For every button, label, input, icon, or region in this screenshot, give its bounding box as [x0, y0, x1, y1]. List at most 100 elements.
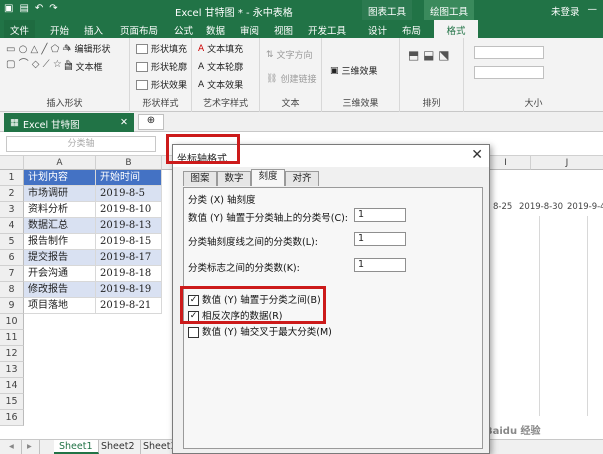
row-header[interactable]: 5 — [0, 234, 24, 250]
shape-fill-button[interactable]: 形状填充 — [136, 42, 187, 55]
login-status[interactable]: 未登录 — [551, 4, 580, 18]
table-cell[interactable]: 修改报告 — [24, 282, 96, 298]
sheet-tab[interactable]: Sheet1 — [54, 440, 99, 454]
tick-mark-interval-input[interactable]: 1 — [354, 232, 406, 246]
close-tab-icon[interactable]: ✕ — [120, 117, 128, 128]
sheet-nav-left-icon[interactable]: ◂ — [4, 440, 22, 454]
group-label: 形状样式 — [142, 99, 179, 109]
tab-view[interactable]: 视图 — [268, 20, 299, 38]
row-header[interactable]: 16 — [0, 410, 24, 426]
sheet-nav-right-icon[interactable]: ▸ — [22, 440, 40, 454]
table-cell[interactable]: 数据汇总 — [24, 218, 96, 234]
crosses-at-max-checkbox[interactable]: 数值 (Y) 轴交叉于最大分类(M) — [188, 324, 332, 338]
field-label: 分类标志之间的分类数(K): — [188, 263, 300, 274]
table-cell[interactable]: 市场调研 — [24, 186, 96, 202]
table-cell[interactable]: 2019-8-5 — [96, 186, 162, 202]
table-header-cell[interactable]: 开始时间 — [96, 170, 162, 186]
table-cell[interactable]: 2019-8-15 — [96, 234, 162, 250]
table-cell[interactable]: 开会沟通 — [24, 266, 96, 282]
text-fill-icon: A — [198, 43, 205, 54]
group-shape-styles: 形状填充 形状轮廓 形状效果 形状样式 — [130, 38, 192, 112]
table-header-cell[interactable]: 计划内容 — [24, 170, 96, 186]
row-header[interactable]: 12 — [0, 346, 24, 362]
gantt-chart[interactable]: I J 8-25 2019-8-30 2019-9-4 Baidu 经验 — [480, 156, 603, 439]
sheet-tab[interactable]: Sheet2 — [96, 440, 141, 454]
table-cell[interactable]: 2019-8-21 — [96, 298, 162, 314]
row-header[interactable]: 4 — [0, 218, 24, 234]
table-cell[interactable]: 2019-8-18 — [96, 266, 162, 282]
tab-number[interactable]: 数字 — [217, 171, 251, 186]
new-tab-button[interactable]: ⊕ — [138, 114, 164, 130]
table-cell[interactable]: 资料分析 — [24, 202, 96, 218]
text-box-button[interactable]: ▤ 文本框 — [64, 60, 103, 74]
arrange-icons[interactable]: ⬒ ⬓ ⬔ — [408, 48, 450, 62]
table-cell[interactable]: 项目落地 — [24, 298, 96, 314]
tab-layout[interactable]: 布局 — [396, 20, 427, 38]
redo-icon[interactable]: ↷ — [49, 3, 57, 14]
axis-date-label: 8-25 — [493, 202, 513, 212]
text-fill-button[interactable]: A 文本填充 — [198, 42, 243, 56]
row-header[interactable]: 8 — [0, 282, 24, 298]
minimize-icon[interactable]: — — [588, 4, 598, 18]
tab-page-layout[interactable]: 页面布局 — [114, 20, 164, 38]
text-outline-button[interactable]: A 文本轮廓 — [198, 60, 243, 74]
tab-formulas[interactable]: 公式 — [168, 20, 199, 38]
edit-shape-icon: ✎ — [64, 43, 72, 54]
row-header[interactable]: 13 — [0, 362, 24, 378]
column-header[interactable]: B — [96, 156, 162, 170]
shape-outline-button[interactable]: 形状轮廓 — [136, 60, 187, 73]
document-tab[interactable]: ▦ Excel 甘特图 ✕ — [4, 113, 134, 132]
text-effect-button[interactable]: A 文本效果 — [198, 78, 243, 92]
table-cell[interactable]: 2019-8-10 — [96, 202, 162, 218]
tab-data[interactable]: 数据 — [200, 20, 231, 38]
link-icon: ⛓ — [266, 73, 278, 84]
label-interval-input[interactable]: 1 — [354, 258, 406, 272]
table-cell[interactable]: 2019-8-19 — [96, 282, 162, 298]
text-effect-icon: A — [198, 79, 205, 90]
row-header[interactable]: 6 — [0, 250, 24, 266]
row-header[interactable]: 2 — [0, 186, 24, 202]
highlight-box-title — [166, 134, 240, 164]
tab-developer[interactable]: 开发工具 — [302, 20, 352, 38]
text-direction-button[interactable]: ⇅ 文字方向 — [266, 48, 313, 62]
height-input[interactable] — [474, 46, 544, 59]
tab-file[interactable]: 文件 — [4, 20, 36, 38]
row-header[interactable]: 11 — [0, 330, 24, 346]
tab-pattern[interactable]: 图案 — [183, 171, 217, 186]
tab-design[interactable]: 设计 — [362, 20, 393, 38]
tab-format[interactable]: 格式 — [434, 20, 478, 38]
row-header[interactable]: 3 — [0, 202, 24, 218]
tab-home[interactable]: 开始 — [44, 20, 75, 38]
tab-insert[interactable]: 插入 — [78, 20, 109, 38]
edit-shape-button[interactable]: ✎ 编辑形状 — [64, 42, 111, 56]
document-icon: ▦ — [10, 117, 19, 128]
crosses-at-category-input[interactable]: 1 — [354, 208, 406, 222]
width-input[interactable] — [474, 66, 544, 79]
table-cell[interactable]: 2019-8-17 — [96, 250, 162, 266]
checkbox-unchecked-icon[interactable] — [188, 327, 199, 338]
group-text: ⇅ 文字方向 ⛓ 创建链接 文本 — [260, 38, 322, 112]
3d-effect-button[interactable]: ▣ 三维效果 — [330, 64, 378, 78]
tab-review[interactable]: 审阅 — [234, 20, 265, 38]
table-cell[interactable]: 报告制作 — [24, 234, 96, 250]
row-header[interactable]: 14 — [0, 378, 24, 394]
tab-scale[interactable]: 刻度 — [251, 169, 285, 186]
shape-effect-button[interactable]: 形状效果 — [136, 78, 187, 91]
row-header[interactable]: 7 — [0, 266, 24, 282]
tab-alignment[interactable]: 对齐 — [285, 171, 319, 186]
select-all-corner[interactable] — [0, 156, 24, 170]
fill-icon — [136, 43, 148, 54]
undo-icon[interactable]: ↶ — [35, 3, 43, 14]
table-cell[interactable]: 提交报告 — [24, 250, 96, 266]
row-header[interactable]: 1 — [0, 170, 24, 186]
table-cell[interactable]: 2019-8-13 — [96, 218, 162, 234]
row-header[interactable]: 10 — [0, 314, 24, 330]
row-header[interactable]: 9 — [0, 298, 24, 314]
row-header[interactable]: 15 — [0, 394, 24, 410]
close-icon[interactable]: ✕ — [471, 147, 483, 163]
save-icon[interactable]: ▤ — [19, 3, 28, 14]
name-box[interactable]: 分类轴 — [6, 136, 156, 152]
column-header[interactable]: J — [531, 156, 603, 170]
create-link-button[interactable]: ⛓ 创建链接 — [266, 72, 316, 86]
column-header[interactable]: A — [24, 156, 96, 170]
